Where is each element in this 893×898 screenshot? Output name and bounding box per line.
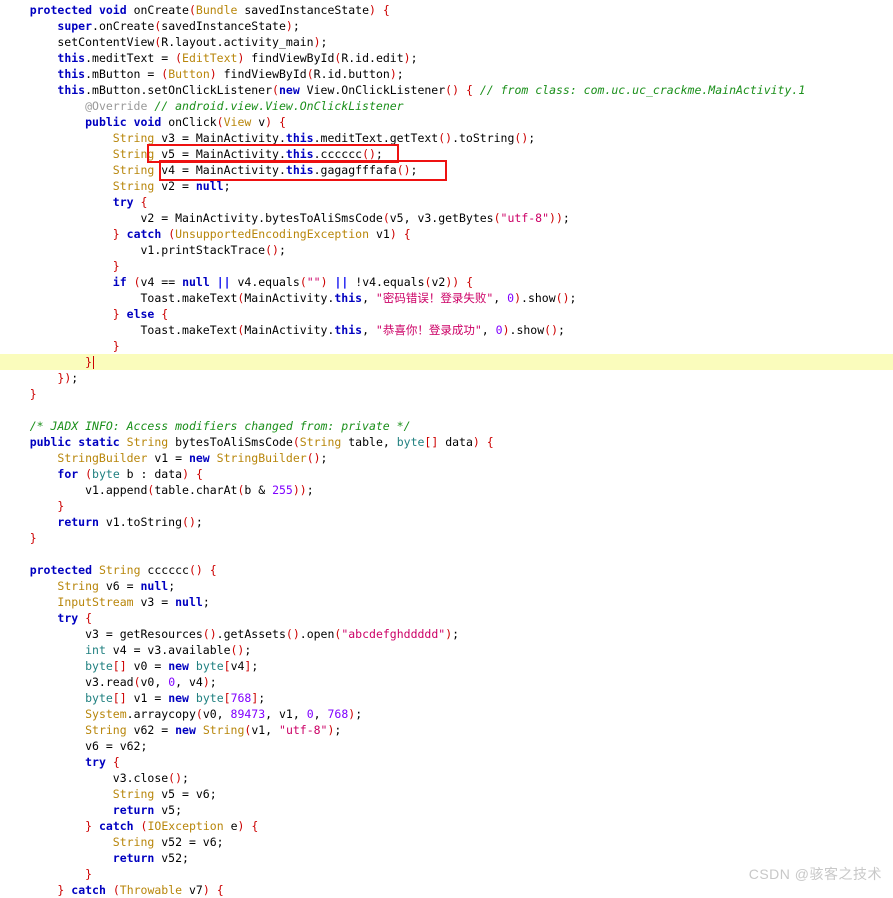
code-line: StringBuilder v1 = new StringBuilder(); (57, 451, 328, 465)
code-line: this.meditText = (EditText) findViewById… (57, 51, 418, 65)
code-line: String v6 = null; (57, 579, 176, 593)
code-line: return v5; (112, 803, 183, 817)
code-line: } else { (112, 307, 169, 321)
code-line: } (112, 259, 120, 273)
code-line: String v5 = v6; (112, 787, 217, 801)
code-line: } catch (IOException e) { (85, 819, 259, 833)
code-line: @Override // android.view.View.OnClickLi… (85, 99, 404, 113)
code-line: v3 = getResources().getAssets().open("ab… (2, 627, 460, 641)
code-line: Toast.makeText(MainActivity.this, "恭喜你！登… (2, 323, 565, 337)
code-line: } (29, 387, 37, 401)
code-line: String v52 = v6; (112, 835, 224, 849)
code-line: String v62 = new String(v1, "utf-8"); (85, 723, 342, 737)
code-line: super.onCreate(savedInstanceState); (57, 19, 300, 33)
code-line: Toast.makeText(MainActivity.this, "密码错误！… (2, 291, 577, 305)
text-caret (93, 356, 94, 369)
code-line: this.mButton = (Button) findViewById(R.i… (57, 67, 404, 81)
code-line: } (29, 531, 37, 545)
code-line: return v52; (112, 851, 189, 865)
code-line: InputStream v3 = null; (57, 595, 210, 609)
code-line: System.arraycopy(v0, 89473, v1, 0, 768); (85, 707, 363, 721)
code-line: try { (112, 195, 148, 209)
code-line: String v5 = MainActivity.this.cccccc(); (112, 147, 383, 161)
code-line: protected String cccccc() { (29, 563, 217, 577)
code-line: try { (85, 755, 120, 769)
code-line: v1.printStackTrace(); (2, 243, 286, 257)
code-line: if (v4 == null || v4.equals("") || !v4.e… (112, 275, 474, 289)
code-editor-view[interactable]: protected void onCreate(Bundle savedInst… (0, 0, 893, 897)
code-line: byte[] v1 = new byte[768]; (85, 691, 266, 705)
code-line: }); (57, 371, 79, 385)
code-line: String v4 = MainActivity.this.gagagfffaf… (112, 163, 418, 177)
code-line: } catch (UnsupportedEncodingException v1… (112, 227, 411, 241)
code-line: } (57, 499, 65, 513)
watermark: CSDN @骇客之技术 (748, 866, 882, 882)
code-line: this.mButton.setOnClickListener(new View… (57, 83, 806, 97)
code-line-highlighted: } (0, 354, 893, 370)
code-line: int v4 = v3.available(); (85, 643, 252, 657)
code-line: } (112, 339, 120, 353)
code-line: for (byte b : data) { (57, 467, 203, 481)
code-line: String v3 = MainActivity.this.meditText.… (112, 131, 536, 145)
code-line: /* JADX INFO: Access modifiers changed f… (29, 419, 411, 433)
code-line: byte[] v0 = new byte[v4]; (85, 659, 259, 673)
code-line: v3.read(v0, 0, v4); (2, 675, 217, 689)
code-line: } catch (Throwable v7) { (57, 883, 224, 897)
code-line: String v2 = null; (112, 179, 231, 193)
code-line: v1.append(table.charAt(b & 255)); (2, 483, 314, 497)
code-line: v2 = MainActivity.bytesToAliSmsCode(v5, … (2, 211, 570, 225)
code-line: public void onClick(View v) { (85, 115, 286, 129)
code-line: public static String bytesToAliSmsCode(S… (29, 435, 494, 449)
code-line: protected void onCreate(Bundle savedInst… (29, 3, 390, 17)
code-line: v3.close(); (2, 771, 189, 785)
code-line: try { (57, 611, 93, 625)
code-line: v6 = v62; (2, 739, 148, 753)
code-line: setContentView(R.layout.activity_main); (2, 35, 328, 49)
code-line: return v1.toString(); (57, 515, 203, 529)
